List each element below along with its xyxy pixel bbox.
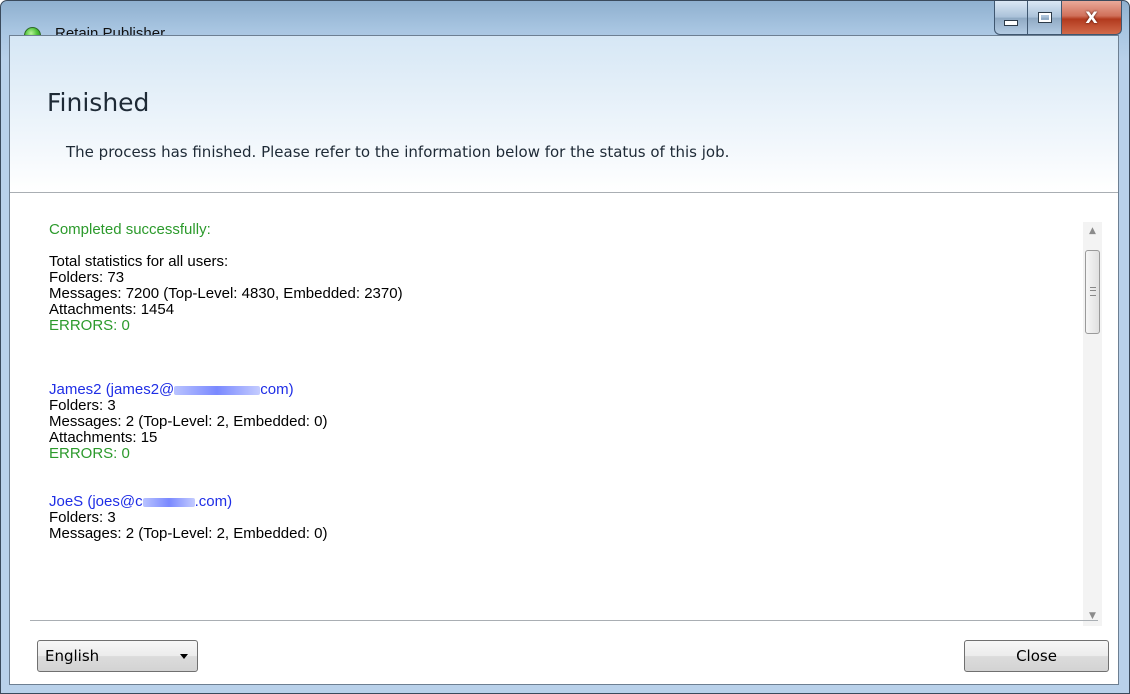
page-description: The process has finished. Please refer t… [66,143,730,161]
user-name-suffix: .com) [194,493,233,510]
user-folders: Folders: 3 [49,397,116,414]
user-name-prefix: JoeS (joes@c [49,493,143,510]
maximize-button[interactable] [1028,1,1062,35]
window-controls: X [994,1,1122,35]
scroll-thumb[interactable] [1085,250,1100,334]
language-select[interactable]: English [37,640,198,672]
user-name-prefix: James2 (james2@ [49,381,175,398]
footer-divider [30,620,1098,621]
totals-folders: Folders: 73 [49,269,125,286]
redacted-domain [142,497,195,507]
redacted-domain [174,385,261,395]
status-line: Completed successfully: [49,222,211,238]
chevron-down-icon [180,654,188,659]
minimize-icon [1004,19,1018,26]
totals-attachments: Attachments: 1454 [49,301,175,318]
user-folders: Folders: 3 [49,509,116,526]
close-button[interactable]: Close [964,640,1109,672]
user-messages: Messages: 2 (Top-Level: 2, Embedded: 0) [49,413,328,430]
log-scrollbar[interactable]: ▲ ▼ [1083,222,1102,626]
close-icon: X [1085,8,1098,27]
scroll-down-icon[interactable]: ▼ [1083,607,1102,626]
user-attachments: Attachments: 15 [49,429,158,446]
totals-messages: Messages: 7200 (Top-Level: 4830, Embedde… [49,285,403,302]
dialog-body: Finished The process has finished. Pleas… [9,35,1119,685]
maximize-icon [1037,12,1052,23]
app-window: Retain Publisher X Finished The process … [0,0,1130,694]
grip-icon [1090,287,1096,296]
close-window-button[interactable]: X [1062,1,1122,35]
user-name-james2: James2 (james2@ com) [49,382,1079,398]
scroll-up-icon[interactable]: ▲ [1083,222,1102,241]
totals-errors: ERRORS: 0 [49,317,130,334]
header-banner: Finished The process has finished. Pleas… [10,36,1118,193]
page-title: Finished [47,88,150,117]
totals-heading: Total statistics for all users: [49,253,229,270]
minimize-button[interactable] [994,1,1028,35]
user-errors: ERRORS: 0 [49,445,130,462]
user-messages: Messages: 2 (Top-Level: 2, Embedded: 0) [49,525,328,542]
status-log[interactable]: Completed successfully: Total statistics… [49,222,1079,626]
user-name-joes: JoeS (joes@c .com) [49,494,1079,510]
user-name-suffix: com) [260,381,294,398]
language-value: English [45,647,100,665]
